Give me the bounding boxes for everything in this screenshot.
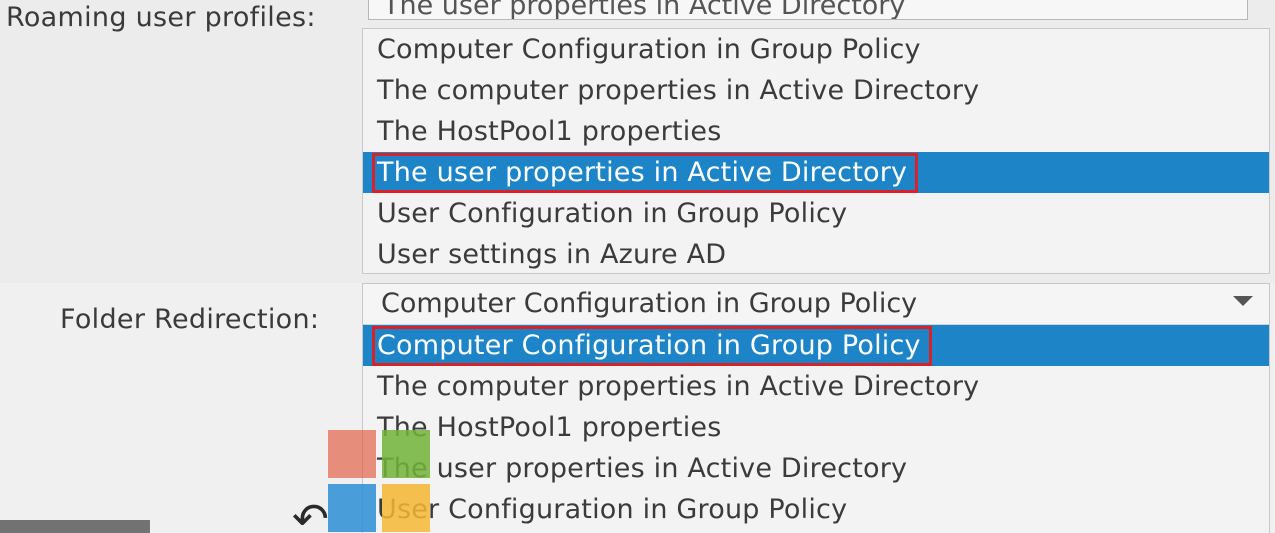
chevron-down-icon[interactable] bbox=[1233, 296, 1253, 306]
folder-redirection-label: Folder Redirection: bbox=[60, 304, 320, 335]
roaming-selected-option-label: The user properties in Active Directory bbox=[371, 153, 919, 193]
roaming-profiles-label: Roaming user profiles: bbox=[6, 2, 316, 33]
logo-green-square bbox=[382, 430, 430, 478]
roaming-option-computer-config-gp[interactable]: Computer Configuration in Group Policy bbox=[363, 29, 1269, 70]
roaming-profiles-panel: Roaming user profiles: The user properti… bbox=[0, 0, 1275, 283]
logo-blue-square bbox=[328, 484, 376, 532]
logo-red-square bbox=[328, 430, 376, 478]
folder-option-user-properties-ad[interactable]: The user properties in Active Directory bbox=[363, 448, 1269, 489]
logo-yellow-square bbox=[382, 484, 430, 532]
folder-redirection-dropdown[interactable]: Computer Configuration in Group Policy C… bbox=[362, 283, 1270, 533]
roaming-profiles-options-list[interactable]: Computer Configuration in Group Policy T… bbox=[362, 28, 1270, 274]
folder-option-user-config-gp[interactable]: User Configuration in Group Policy bbox=[363, 489, 1269, 530]
roaming-option-user-config-gp[interactable]: User Configuration in Group Policy bbox=[363, 193, 1269, 234]
roaming-profiles-dropdown[interactable]: The user properties in Active Directory bbox=[368, 0, 1248, 20]
answer-area: Roaming user profiles: The user properti… bbox=[0, 0, 1275, 533]
taskbar-edge bbox=[0, 520, 150, 533]
folder-redirection-current-text: Computer Configuration in Group Policy bbox=[381, 288, 918, 319]
roaming-option-computer-properties-ad[interactable]: The computer properties in Active Direct… bbox=[363, 70, 1269, 111]
folder-option-computer-properties-ad[interactable]: The computer properties in Active Direct… bbox=[363, 366, 1269, 407]
folder-redirection-current-value[interactable]: Computer Configuration in Group Policy bbox=[363, 284, 1269, 325]
microsoft-logo-icon bbox=[328, 430, 432, 533]
roaming-option-hostpool1-properties[interactable]: The HostPool1 properties bbox=[363, 111, 1269, 152]
folder-selected-option-label: Computer Configuration in Group Policy bbox=[372, 326, 932, 366]
back-arrow-icon[interactable]: ↶ bbox=[292, 498, 329, 533]
folder-option-computer-config-gp[interactable]: Computer Configuration in Group Policy bbox=[363, 325, 1269, 366]
roaming-option-user-settings-azure-ad[interactable]: User settings in Azure AD bbox=[363, 234, 1269, 273]
roaming-option-user-properties-ad[interactable]: The user properties in Active Directory bbox=[363, 152, 1269, 193]
folder-option-hostpool1-properties[interactable]: The HostPool1 properties bbox=[363, 407, 1269, 448]
